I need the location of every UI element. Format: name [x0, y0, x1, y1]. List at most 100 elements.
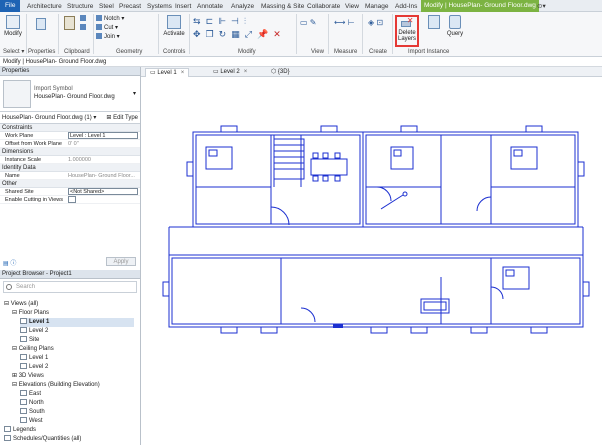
- browser-tree-item[interactable]: Level 2: [20, 363, 134, 372]
- view-tools[interactable]: ▭ ✎: [300, 18, 317, 27]
- type-selector[interactable]: Import Symbol HousePlan- Ground Floor.dw…: [0, 76, 140, 112]
- modify-button[interactable]: Modify: [3, 15, 23, 37]
- tab-annotate[interactable]: Annotate: [194, 1, 226, 12]
- tab-modify-context[interactable]: Modify | HousePlan- Ground Floor.dwg: [421, 0, 539, 12]
- align-icon[interactable]: ⇆: [193, 16, 201, 26]
- browser-tree-item[interactable]: ⊞ 3D Views: [12, 372, 134, 381]
- create-group-icon[interactable]: ⊡: [376, 18, 383, 27]
- copy-tool-icon[interactable]: ❐: [206, 29, 214, 39]
- tab-file[interactable]: File: [0, 0, 21, 12]
- properties-button[interactable]: [28, 18, 54, 32]
- dimension-icon[interactable]: ⊢: [348, 18, 355, 27]
- collapse-icon[interactable]: ⊟: [12, 346, 19, 352]
- expand-icon[interactable]: ⊞: [12, 373, 19, 379]
- instance-filter[interactable]: HousePlan- Ground Floor.dwg (1) ▾ ⊞ Edit…: [0, 112, 140, 124]
- collapse-icon[interactable]: ⊟: [12, 310, 19, 316]
- paste-button[interactable]: [62, 16, 76, 32]
- tab-collaborate[interactable]: Collaborate: [304, 1, 343, 12]
- delete-icon[interactable]: ✕: [273, 29, 281, 39]
- view-tab-level-2[interactable]: ▭ Level 2 ×: [209, 68, 251, 77]
- modify-tools-row-1[interactable]: ⇆ ⊏ ⊩ ⊣ ⫶: [193, 16, 246, 27]
- collapse-icon[interactable]: ⊟: [4, 301, 11, 307]
- modify-tools-row-2[interactable]: ✥ ❐ ↻ ▦ ⤢ 📌 ✕: [193, 29, 281, 40]
- mirror-icon[interactable]: ⊩: [218, 16, 226, 26]
- view-tab-3d[interactable]: ⬡ {3D}: [267, 68, 294, 77]
- tab-architecture[interactable]: Architecture: [24, 1, 65, 12]
- tab-structure[interactable]: Structure: [64, 1, 96, 12]
- measure-icon[interactable]: ⟷: [334, 18, 345, 27]
- search-input[interactable]: Search: [3, 281, 137, 293]
- drawing-area[interactable]: ▭ Level 1 × ▭ Level 2 × ⬡ {3D}: [141, 67, 602, 445]
- property-group-header[interactable]: Identity Data: [0, 164, 140, 172]
- notch-button[interactable]: Notch ▾: [96, 15, 124, 22]
- tab-add-ins[interactable]: Add-Ins: [392, 1, 420, 12]
- cut-small-button[interactable]: [80, 24, 88, 31]
- property-value[interactable]: [68, 196, 76, 203]
- modify-panel-title: Modify: [238, 49, 256, 55]
- property-value[interactable]: <Not Shared>: [68, 188, 138, 195]
- copy-small-button[interactable]: [80, 15, 88, 22]
- tab-view[interactable]: View: [342, 1, 362, 12]
- browser-tree-item[interactable]: ⊟ Floor Plans: [12, 309, 134, 318]
- pin-icon[interactable]: 📌: [257, 29, 268, 39]
- move-icon[interactable]: ✥: [193, 29, 201, 39]
- property-group-header[interactable]: Other: [0, 180, 140, 188]
- browser-tree-item[interactable]: North: [20, 399, 134, 408]
- join-button[interactable]: Join ▾: [96, 33, 120, 40]
- close-icon[interactable]: ×: [181, 70, 185, 76]
- create-part-icon[interactable]: ◈: [368, 18, 374, 27]
- edit-type-button[interactable]: ⊞ Edit Type: [106, 112, 138, 124]
- property-value[interactable]: Level : Level 1: [68, 132, 138, 139]
- view-tab-level-1[interactable]: ▭ Level 1 ×: [145, 68, 190, 77]
- measure-tools[interactable]: ⟷ ⊢: [334, 18, 355, 27]
- hide-icon[interactable]: ▭: [300, 18, 308, 27]
- browser-tree-item[interactable]: ⊟ Ceiling Plans: [12, 345, 134, 354]
- tab-extra[interactable]: ⊙▾: [534, 1, 549, 12]
- browser-tree-item[interactable]: South: [20, 408, 134, 417]
- tab-manage[interactable]: Manage: [362, 1, 392, 12]
- tab-systems[interactable]: Systems: [144, 1, 175, 12]
- browser-tree-item[interactable]: Level 1: [20, 354, 134, 363]
- property-group-header[interactable]: Dimensions: [0, 148, 140, 156]
- rotate-icon[interactable]: ↻: [219, 29, 227, 39]
- offset-icon[interactable]: ⊏: [206, 16, 214, 26]
- browser-tree-item[interactable]: East: [20, 390, 134, 399]
- cut-button[interactable]: Cut ▾: [96, 24, 118, 31]
- properties-help-icon[interactable]: ▤ ⓘ: [3, 258, 16, 267]
- create-tools[interactable]: ◈ ⊡: [368, 18, 383, 27]
- tab-analyze[interactable]: Analyze: [228, 1, 257, 12]
- browser-tree-item[interactable]: Level 1: [20, 318, 134, 327]
- browser-tree-item[interactable]: Site: [20, 336, 134, 345]
- scale-icon[interactable]: ⤢: [245, 29, 252, 39]
- override-icon[interactable]: ✎: [310, 18, 317, 27]
- property-key: Work Plane: [5, 133, 34, 139]
- delete-layers-button[interactable]: ✕ Delete Layers: [395, 15, 419, 47]
- collapse-icon[interactable]: ⊟: [12, 382, 19, 388]
- properties-panel: Properties Import Symbol HousePlan- Grou…: [0, 67, 141, 270]
- activate-button[interactable]: Activate: [162, 15, 186, 37]
- browser-tree-item[interactable]: Legends: [4, 426, 134, 435]
- browser-tree-item[interactable]: Schedules/Quantities (all): [4, 435, 134, 444]
- tab-precast[interactable]: Precast: [116, 1, 144, 12]
- explode-button[interactable]: [426, 15, 442, 31]
- split-icon[interactable]: ⫶: [244, 16, 246, 26]
- close-icon[interactable]: ×: [244, 69, 248, 75]
- notch-icon: [96, 15, 102, 21]
- copy-icon: [80, 15, 86, 21]
- property-group-header[interactable]: Constraints: [0, 124, 140, 132]
- tab-insert[interactable]: Insert: [172, 1, 194, 12]
- browser-tree-item[interactable]: West: [20, 417, 134, 426]
- tab-steel[interactable]: Steel: [96, 1, 117, 12]
- apply-button[interactable]: Apply: [106, 257, 136, 266]
- trim-icon[interactable]: ⊣: [231, 16, 239, 26]
- query-button[interactable]: Query: [444, 15, 466, 37]
- tab-massing-site[interactable]: Massing & Site: [258, 1, 307, 12]
- house-floor-plan[interactable]: [141, 77, 602, 445]
- browser-tree-item[interactable]: ⊟ Elevations (Building Elevation): [12, 381, 134, 390]
- type-name: HousePlan- Ground Floor.dwg: [34, 94, 115, 100]
- browser-tree-item[interactable]: ⊟ Views (all): [4, 300, 134, 309]
- browser-tree-item[interactable]: Level 2: [20, 327, 134, 336]
- chevron-down-icon[interactable]: ▾: [133, 90, 136, 97]
- array-icon[interactable]: ▦: [231, 29, 240, 39]
- select-panel-title[interactable]: Select ▾: [3, 48, 24, 55]
